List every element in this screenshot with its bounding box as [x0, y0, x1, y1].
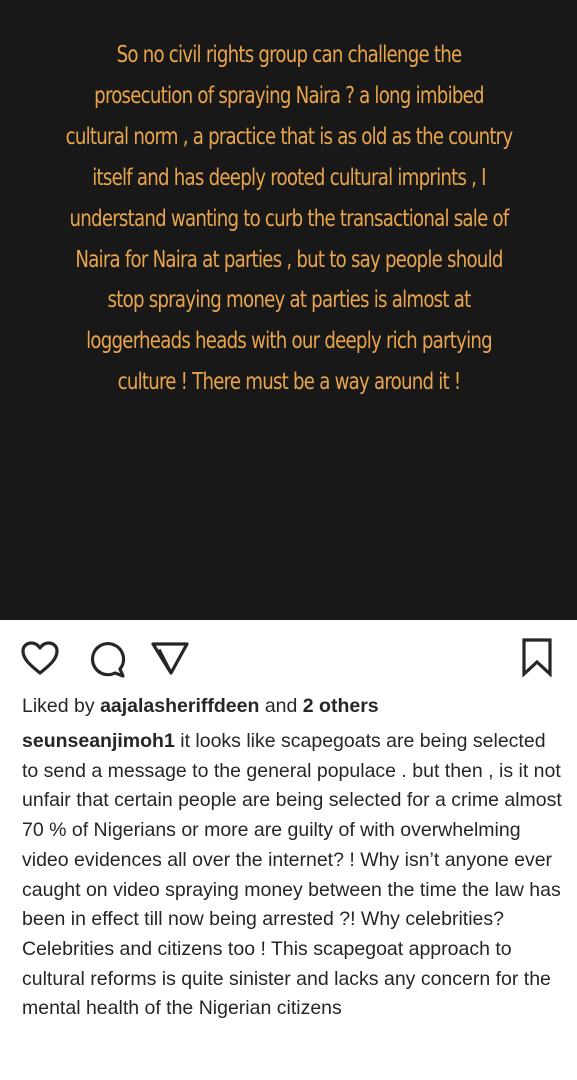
likes-summary[interactable]: Liked by aajalasheriffdeen and 2 others — [22, 694, 379, 718]
send-icon[interactable] — [150, 640, 190, 676]
likes-connector: and — [264, 695, 298, 717]
heart-icon[interactable] — [20, 640, 60, 676]
post-caption: seunseanjimoh1 it looks like scapegoats … — [22, 727, 562, 1024]
bookmark-icon[interactable] — [520, 637, 554, 677]
likes-prefix: Liked by — [22, 695, 95, 717]
caption-text: it looks like scapegoats are being selec… — [22, 730, 562, 1020]
post-image-text: So no civil rights group can challenge t… — [65, 40, 513, 396]
likes-others-link[interactable]: 2 others — [303, 695, 379, 717]
liked-by-user-link[interactable]: aajalasheriffdeen — [100, 695, 259, 717]
caption-username-link[interactable]: seunseanjimoh1 — [22, 730, 175, 752]
comment-icon[interactable] — [87, 640, 127, 678]
post-image[interactable]: So no civil rights group can challenge t… — [0, 0, 577, 620]
